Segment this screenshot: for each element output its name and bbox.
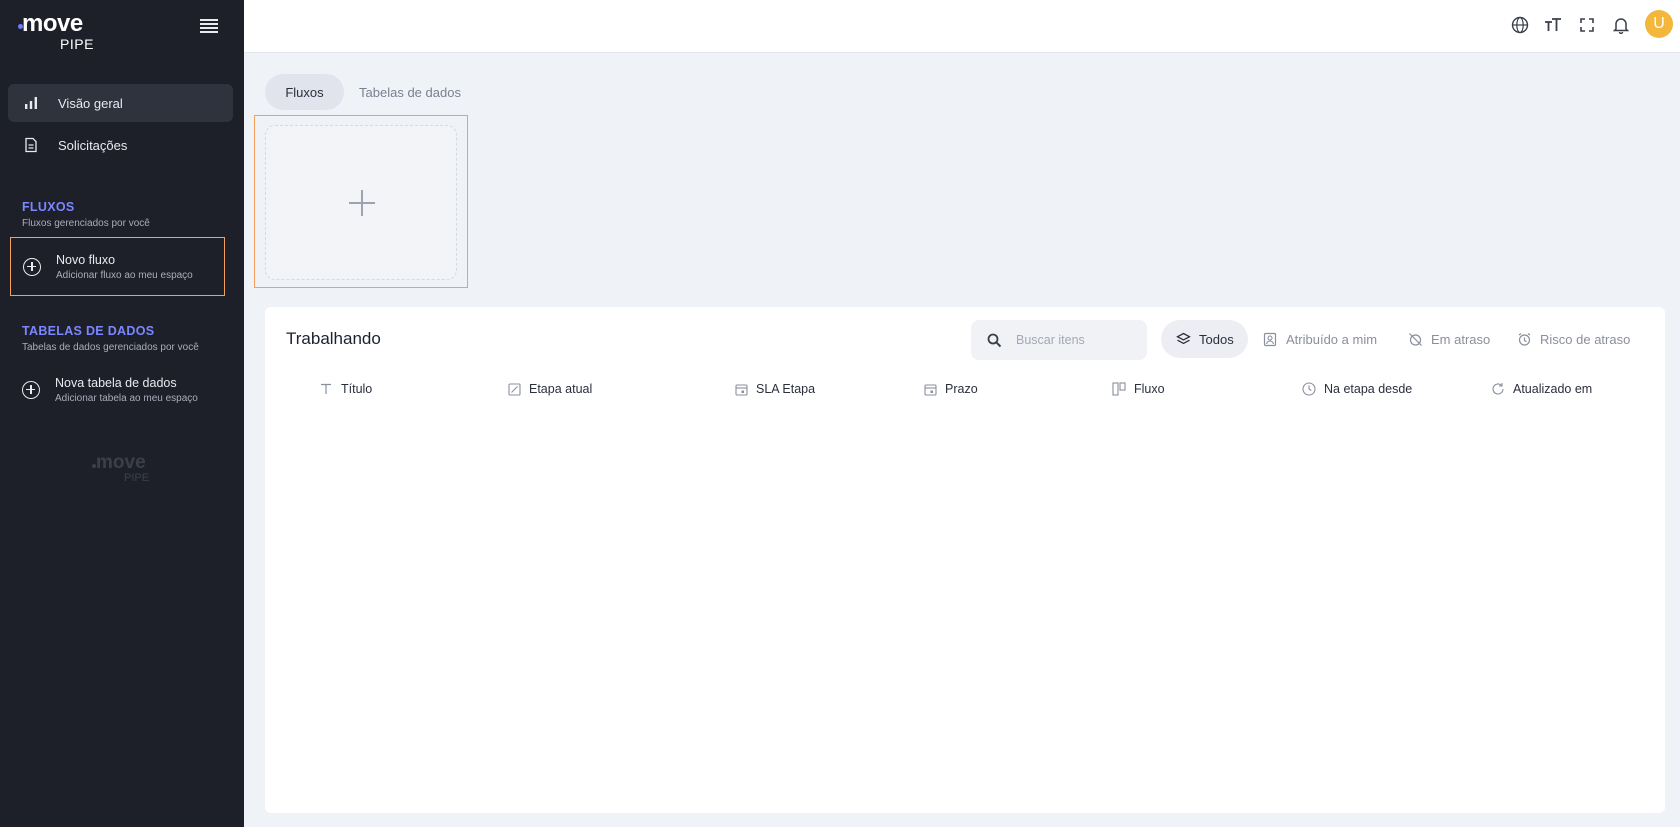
column-header-label: Fluxo xyxy=(1134,382,1165,396)
text-icon xyxy=(319,382,333,396)
text-size-icon[interactable] xyxy=(1542,14,1564,36)
topbar xyxy=(244,0,1680,53)
alarm-icon xyxy=(1516,331,1532,347)
tab-data-tables[interactable]: Tabelas de dados xyxy=(352,74,468,110)
stage-icon xyxy=(507,382,521,396)
bar-chart-icon xyxy=(22,94,40,112)
fullscreen-icon[interactable] xyxy=(1576,14,1598,36)
column-header-label: Na etapa desde xyxy=(1324,382,1413,396)
flows-section-title: FLUXOS xyxy=(22,200,75,214)
bell-icon[interactable] xyxy=(1610,14,1632,36)
filter-label: Todos xyxy=(1199,331,1234,347)
column-header-flow[interactable]: Fluxo xyxy=(1112,379,1165,399)
column-header-updated-at[interactable]: Atualizado em xyxy=(1491,379,1592,399)
new-flow-button[interactable]: Novo fluxo Adicionar fluxo ao meu espaço xyxy=(10,237,225,296)
column-header-label: Etapa atual xyxy=(529,382,593,396)
column-header-label: Título xyxy=(341,382,373,396)
add-circle-icon xyxy=(23,257,41,276)
watermark-logo-word: move xyxy=(96,452,146,473)
column-header-title[interactable]: Título xyxy=(319,379,372,399)
plus-icon xyxy=(349,190,375,216)
watermark-logo-sub: PIPE xyxy=(124,472,150,484)
logo[interactable]: move PIPE xyxy=(18,10,98,52)
column-header-label: Atualizado em xyxy=(1513,382,1593,396)
tables-section-title: TABELAS DE DADOS xyxy=(22,324,155,338)
search-input[interactable] xyxy=(1016,333,1136,347)
globe-icon[interactable] xyxy=(1509,14,1531,36)
sidebar-item-label: Visão geral xyxy=(58,95,123,111)
contact-icon xyxy=(1262,331,1278,347)
add-circle-icon xyxy=(22,380,40,399)
column-header-label: Prazo xyxy=(945,382,978,396)
tab-flows[interactable]: Fluxos xyxy=(265,74,344,110)
add-flow-card[interactable] xyxy=(265,125,457,280)
calendar-icon xyxy=(923,382,937,396)
board-icon xyxy=(1112,382,1126,396)
filter-label: Atribuído a mim xyxy=(1286,331,1378,347)
sidebar-item-requests[interactable]: Solicitações xyxy=(8,126,233,164)
column-header-sla-stage[interactable]: SLA Etapa xyxy=(734,379,815,399)
tables-section-subtitle: Tabelas de dados gerenciados por você xyxy=(22,342,199,353)
search-box[interactable] xyxy=(971,320,1147,360)
working-panel: Trabalhando Todos Atribuído a mim Em atr… xyxy=(265,307,1665,813)
clock-icon xyxy=(1302,382,1316,396)
new-table-title: Nova tabela de dados xyxy=(55,375,177,390)
column-header-deadline[interactable]: Prazo xyxy=(923,379,978,399)
sidebar-item-overview[interactable]: Visão geral xyxy=(8,84,233,122)
logo-sub: PIPE xyxy=(60,36,94,52)
search-icon xyxy=(987,333,1002,347)
sidebar-item-label: Solicitações xyxy=(58,137,128,153)
new-table-button[interactable]: Nova tabela de dados Adicionar tabela ao… xyxy=(10,360,225,419)
filter-label: Risco de atraso xyxy=(1540,331,1631,347)
user-avatar[interactable]: U xyxy=(1645,10,1673,38)
calendar-icon xyxy=(734,382,748,396)
filter-risk-of-delay[interactable]: Risco de atraso xyxy=(1516,320,1630,358)
watermark-logo: move PIPE xyxy=(92,452,162,484)
sidebar: move PIPE Visão geral Solicitações FLUXO… xyxy=(0,0,244,827)
filter-label: Em atraso xyxy=(1431,331,1491,347)
flows-section-subtitle: Fluxos gerenciados por você xyxy=(22,218,150,229)
new-flow-title: Novo fluxo xyxy=(56,252,116,267)
logo-word: move xyxy=(22,10,83,37)
refresh-icon xyxy=(1491,382,1505,396)
column-header-label: SLA Etapa xyxy=(756,382,816,396)
alarm-off-icon xyxy=(1407,331,1423,347)
new-flow-subtitle: Adicionar fluxo ao meu espaço xyxy=(56,269,193,281)
document-icon xyxy=(22,136,40,154)
filter-all[interactable]: Todos xyxy=(1161,320,1248,358)
panel-title: Trabalhando xyxy=(286,329,381,348)
layers-icon xyxy=(1175,331,1191,347)
column-header-in-stage-since[interactable]: Na etapa desde xyxy=(1302,379,1412,399)
column-header-current-stage[interactable]: Etapa atual xyxy=(507,379,592,399)
filter-assigned-to-me[interactable]: Atribuído a mim xyxy=(1262,320,1377,358)
new-table-subtitle: Adicionar tabela ao meu espaço xyxy=(55,392,198,404)
menu-toggle-icon[interactable] xyxy=(200,19,218,35)
filter-overdue[interactable]: Em atraso xyxy=(1407,320,1490,358)
